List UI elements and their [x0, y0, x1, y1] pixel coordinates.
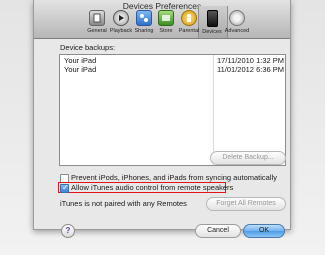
- advanced-icon: [229, 10, 245, 26]
- backup-date: 11/01/2012 6:36 PM: [217, 65, 284, 74]
- allow-remote-checkbox[interactable]: ✓: [60, 183, 69, 193]
- sharing-icon: [136, 10, 152, 26]
- help-button[interactable]: ?: [61, 224, 75, 238]
- preferences-window: Devices Preferences General Playback Sha…: [33, 0, 291, 238]
- backup-date: 17/11/2010 1:32 PM: [217, 56, 284, 65]
- playback-icon: [113, 10, 129, 26]
- device-backups-label: Device backups:: [60, 43, 116, 52]
- prevent-sync-label: Prevent iPods, iPhones, and iPads from s…: [71, 173, 277, 182]
- device-backups-list[interactable]: Your iPad 17/11/2010 1:32 PM Your iPad 1…: [59, 54, 286, 166]
- devices-icon: [206, 10, 218, 27]
- backup-device-name: Your iPad: [64, 65, 97, 74]
- backup-row[interactable]: Your iPad 17/11/2010 1:32 PM: [61, 56, 284, 65]
- cancel-button[interactable]: Cancel: [195, 224, 241, 238]
- remotes-status-text: iTunes is not paired with any Remotes: [60, 199, 187, 208]
- store-icon: [158, 10, 174, 26]
- backup-device-name: Your iPad: [64, 56, 97, 65]
- ok-button[interactable]: OK: [243, 224, 285, 238]
- tab-advanced-label: Advanced: [224, 28, 250, 34]
- forget-all-remotes-button[interactable]: Forget All Remotes: [206, 197, 286, 211]
- general-icon: [89, 10, 105, 26]
- tab-advanced[interactable]: Advanced: [222, 10, 252, 34]
- parental-icon: [181, 10, 197, 26]
- checkmark-icon: ✓: [62, 183, 69, 192]
- backup-row[interactable]: Your iPad 11/01/2012 6:36 PM: [61, 65, 284, 74]
- allow-remote-label: Allow iTunes audio control from remote s…: [71, 183, 234, 192]
- delete-backup-button[interactable]: Delete Backup...: [210, 151, 286, 165]
- window-titlebar: Devices Preferences General Playback Sha…: [34, 0, 290, 39]
